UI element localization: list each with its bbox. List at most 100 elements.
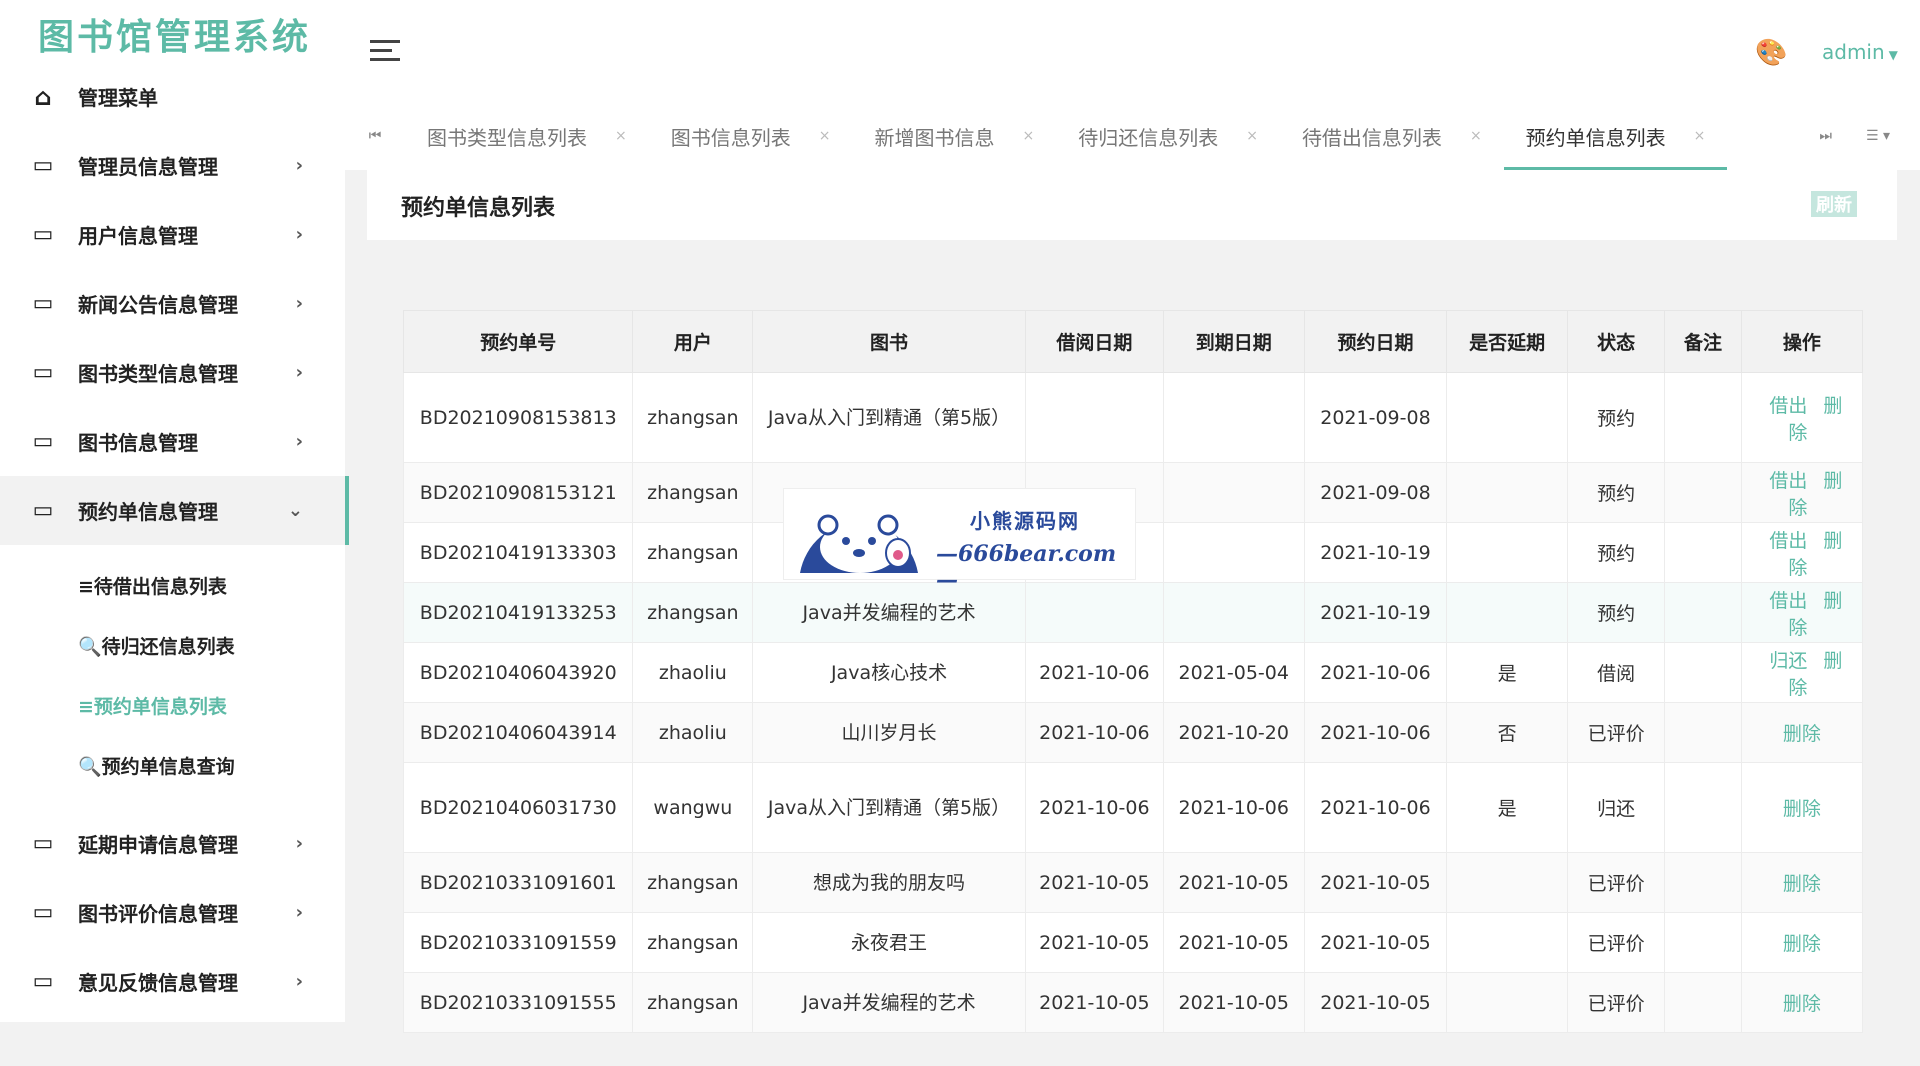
cell-borrow: 2021-10-06 xyxy=(1024,702,1164,763)
return-link[interactable]: 归还 xyxy=(1769,650,1807,672)
cell-note xyxy=(1664,462,1742,523)
theme-palette-icon[interactable]: 🎨 xyxy=(1755,38,1787,68)
cell-reserve: 2021-10-05 xyxy=(1303,972,1448,1033)
delete-link[interactable]: 删除 xyxy=(1783,873,1821,895)
home-icon: ⌂ xyxy=(34,82,52,111)
submenu-item[interactable]: ≡待借出信息列表 xyxy=(0,555,345,615)
user-name: admin xyxy=(1822,40,1885,64)
lend-link[interactable]: 借出 xyxy=(1769,530,1807,552)
cell-due: 2021-10-06 xyxy=(1162,762,1305,853)
sidebar-item-2[interactable]: ▭ 用户信息管理 › xyxy=(0,200,345,269)
cell-due: 2021-10-20 xyxy=(1162,702,1305,763)
sidebar-item-label: 管理员信息管理 xyxy=(78,155,218,179)
sidebar-item-4[interactable]: ▭ 图书类型信息管理 › xyxy=(0,338,345,407)
table-row: BD20210331091601 zhangsan 想成为我的朋友吗 2021-10-… xyxy=(402,852,1864,913)
cell-ext: 否 xyxy=(1446,702,1568,763)
menu-toggle-icon[interactable] xyxy=(370,40,400,62)
close-icon[interactable]: × xyxy=(1694,128,1706,144)
delete-link[interactable]: 删除 xyxy=(1783,798,1821,820)
tab-menu-icon[interactable]: ☰ ▾ xyxy=(1866,128,1890,144)
sidebar-item-label: 意见反馈信息管理 xyxy=(78,971,238,995)
lend-link[interactable]: 借出 xyxy=(1769,590,1807,612)
monitor-icon: ▭ xyxy=(32,360,54,385)
sidebar-item-label: 图书类型信息管理 xyxy=(78,362,238,386)
cell-ext xyxy=(1446,582,1568,643)
close-icon[interactable]: × xyxy=(1022,128,1034,144)
cell-user: zhangsan xyxy=(632,522,754,583)
monitor-icon: ▭ xyxy=(32,969,54,994)
cell-book: Java从入门到精通（第5版） xyxy=(752,762,1026,853)
monitor-icon: ▭ xyxy=(32,153,54,178)
cell-borrow: 2021-10-05 xyxy=(1024,972,1164,1033)
cell-id: BD20210406043914 xyxy=(402,702,634,763)
delete-link[interactable]: 删除 xyxy=(1783,723,1821,745)
column-header: 用户 xyxy=(632,310,754,373)
cell-book: 想成为我的朋友吗 xyxy=(752,852,1026,913)
cell-ext xyxy=(1446,462,1568,523)
app-logo-title: 图书馆管理系统 xyxy=(38,16,312,58)
tab-scroll-right-icon[interactable]: ⏭ xyxy=(1819,128,1832,144)
cell-status: 已评价 xyxy=(1566,702,1666,763)
tab-scroll-left-icon[interactable]: ⏮ xyxy=(345,128,405,144)
monitor-icon: ▭ xyxy=(32,831,54,856)
sidebar-item-7[interactable]: ▭ 延期申请信息管理 › xyxy=(0,809,345,878)
cell-due xyxy=(1162,522,1305,583)
cell-id: BD20210419133253 xyxy=(402,582,634,643)
sidebar-menu: ⌂ 管理菜单 ▭ 管理员信息管理 › ▭ 用户信息管理 › ▭ 新闻公告信息管理 › ▭ 图书类型信息管… xyxy=(0,62,349,1016)
cell-due: 2021-10-05 xyxy=(1162,852,1305,913)
tab-1[interactable]: 图书信息列表 × xyxy=(649,102,853,170)
tab-5[interactable]: 预约单信息列表 × xyxy=(1503,102,1728,170)
tab-2[interactable]: 新增图书信息 × xyxy=(852,102,1056,170)
lend-link[interactable]: 借出 xyxy=(1769,395,1807,417)
sidebar-item-label: 延期申请信息管理 xyxy=(78,833,238,857)
close-icon[interactable]: × xyxy=(1470,128,1482,144)
tab-label: 新增图书信息 xyxy=(874,125,995,150)
refresh-button[interactable]: 刷新 xyxy=(1811,191,1857,217)
delete-link[interactable]: 删除 xyxy=(1783,933,1821,955)
lend-link[interactable]: 借出 xyxy=(1769,470,1807,492)
submenu-item[interactable]: ≡预约单信息列表 xyxy=(0,675,345,735)
sidebar-item-6[interactable]: ▭ 预约单信息管理 ⌄ xyxy=(0,476,349,545)
chevron-right-icon: › xyxy=(295,902,303,923)
tab-0[interactable]: 图书类型信息列表 × xyxy=(405,102,649,170)
cell-note xyxy=(1664,702,1742,763)
cell-reserve: 2021-10-05 xyxy=(1303,852,1448,913)
cell-user: zhangsan xyxy=(632,972,754,1033)
cell-id: BD20210419133303 xyxy=(402,522,634,583)
tab-label: 图书类型信息列表 xyxy=(427,125,587,150)
submenu-item[interactable]: 🔍预约单信息查询 xyxy=(0,735,345,795)
top-bar: 🎨 admin ▼ xyxy=(345,0,1920,102)
table-row: BD20210908153813 zhangsan Java从入门到精通（第5版） 2… xyxy=(402,372,1864,463)
tab-bar: ⏮ 图书类型信息列表 × 图书信息列表 × 新增图书信息 × 待归还信息列表 × 待借出信息列表… xyxy=(345,102,1920,170)
sidebar-item-1[interactable]: ▭ 管理员信息管理 › xyxy=(0,131,345,200)
sidebar-item-8[interactable]: ▭ 图书评价信息管理 › xyxy=(0,878,345,947)
column-header: 图书 xyxy=(752,310,1026,373)
cell-due xyxy=(1162,582,1305,643)
tab-4[interactable]: 待借出信息列表 × xyxy=(1280,102,1504,170)
sidebar-item-9[interactable]: ▭ 意见反馈信息管理 › xyxy=(0,947,345,1016)
close-icon[interactable]: × xyxy=(819,128,831,144)
monitor-icon: ▭ xyxy=(32,222,54,247)
cell-status: 已评价 xyxy=(1566,972,1666,1033)
cell-reserve: 2021-09-08 xyxy=(1303,372,1448,463)
delete-link[interactable]: 删除 xyxy=(1783,993,1821,1015)
sidebar-item-0[interactable]: ⌂ 管理菜单 xyxy=(0,62,345,131)
cell-id: BD20210331091601 xyxy=(402,852,634,913)
cell-actions: 删除 xyxy=(1740,762,1864,853)
watermark-title: 小熊源码网 xyxy=(970,509,1080,533)
cell-book: Java并发编程的艺术 xyxy=(752,972,1026,1033)
close-icon[interactable]: × xyxy=(1246,128,1258,144)
sidebar-item-5[interactable]: ▭ 图书信息管理 › xyxy=(0,407,345,476)
cell-actions: 借出 删除 xyxy=(1740,462,1864,523)
sidebar-item-3[interactable]: ▭ 新闻公告信息管理 › xyxy=(0,269,345,338)
user-menu[interactable]: admin ▼ xyxy=(1822,40,1898,64)
cell-borrow: 2021-10-05 xyxy=(1024,852,1164,913)
cell-due: 2021-05-04 xyxy=(1162,642,1305,703)
submenu-item[interactable]: 🔍待归还信息列表 xyxy=(0,615,345,675)
cell-ext: 是 xyxy=(1446,642,1568,703)
table-row: BD20210331091555 zhangsan Java并发编程的艺术 2021-… xyxy=(402,972,1864,1033)
tab-3[interactable]: 待归还信息列表 × xyxy=(1056,102,1280,170)
tab-label: 待归还信息列表 xyxy=(1078,125,1219,150)
cell-note xyxy=(1664,762,1742,853)
close-icon[interactable]: × xyxy=(615,128,627,144)
